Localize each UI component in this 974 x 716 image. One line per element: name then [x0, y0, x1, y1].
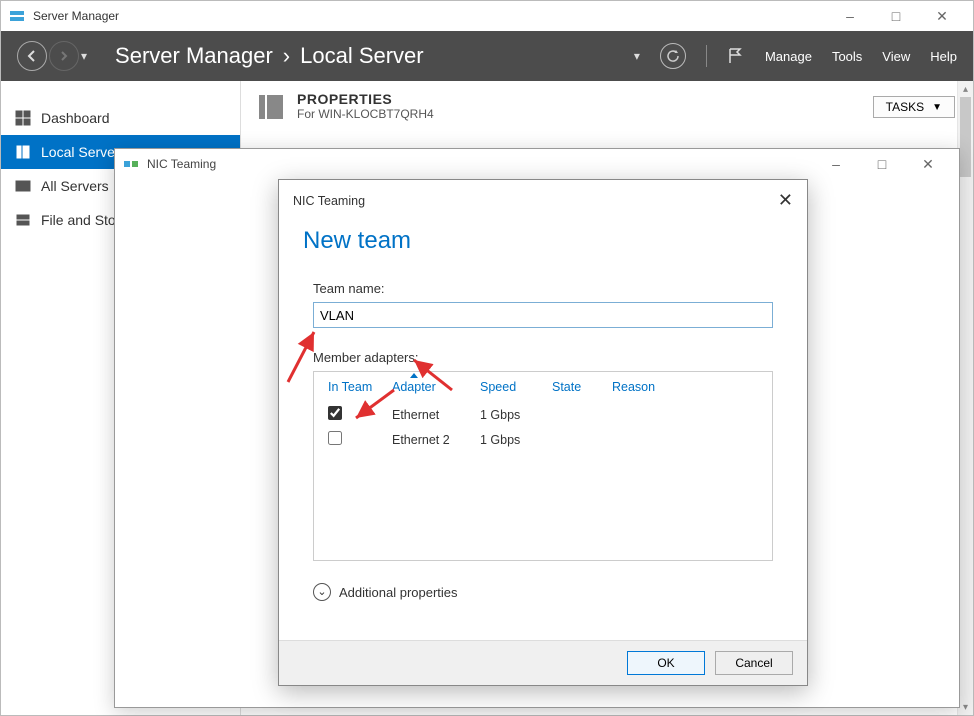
breadcrumb-current: Local Server	[300, 43, 424, 69]
adapters-table-header: In Team Adapter Speed State Reason	[314, 372, 772, 402]
sidebar-item-dashboard[interactable]: Dashboard	[1, 101, 240, 135]
adapters-table: In Team Adapter Speed State Reason Ether…	[313, 371, 773, 561]
column-adapter[interactable]: Adapter	[392, 380, 464, 394]
main-title: Server Manager	[33, 9, 827, 23]
scroll-down-icon[interactable]: ▾	[958, 699, 973, 715]
team-name-input[interactable]	[313, 302, 773, 328]
adapter-row[interactable]: Ethernet 1 Gbps	[314, 402, 772, 427]
breadcrumb: Server Manager › Local Server	[115, 43, 424, 69]
chevron-right-icon: ›	[283, 43, 290, 69]
menu-view[interactable]: View	[882, 49, 910, 64]
breadcrumb-root[interactable]: Server Manager	[115, 43, 273, 69]
nic-window-title: NIC Teaming	[147, 157, 813, 171]
chevron-down-icon: ⌄	[313, 583, 331, 601]
nic-teaming-icon	[123, 156, 139, 172]
column-in-team[interactable]: In Team	[328, 380, 376, 394]
flag-icon[interactable]	[727, 47, 745, 65]
adapter-speed: 1 Gbps	[480, 408, 536, 422]
nic-minimize-button[interactable]: –	[813, 149, 859, 179]
servers-icon	[15, 178, 31, 194]
back-button[interactable]	[17, 41, 47, 71]
nav-controls: ▾	[17, 41, 87, 71]
properties-title: PROPERTIES	[297, 91, 434, 107]
column-speed[interactable]: Speed	[480, 380, 536, 394]
sidebar-item-label: File and Sto	[41, 212, 116, 228]
sidebar-item-label: Local Server	[41, 144, 120, 160]
tasks-label: TASKS	[886, 100, 924, 114]
modal-close-button[interactable]: ✕	[778, 190, 793, 211]
additional-properties-label: Additional properties	[339, 585, 458, 600]
cmdbar-right: ▾ Manage Tools View Help	[634, 43, 957, 69]
nic-close-button[interactable]: ✕	[905, 149, 951, 179]
dashboard-icon	[15, 110, 31, 126]
properties-subtitle: For WIN-KLOCBT7QRH4	[297, 107, 434, 121]
modal-heading: New team	[303, 227, 773, 255]
minimize-button[interactable]: –	[827, 1, 873, 31]
main-titlebar: Server Manager – □ ✕	[1, 1, 973, 31]
adapter-name: Ethernet 2	[392, 433, 464, 447]
refresh-icon[interactable]	[660, 43, 686, 69]
command-bar: ▾ Server Manager › Local Server ▾ Manage…	[1, 31, 973, 81]
adapter-row[interactable]: Ethernet 2 1 Gbps	[314, 427, 772, 452]
adapter-speed: 1 Gbps	[480, 433, 536, 447]
member-adapters-label: Member adapters:	[313, 350, 773, 365]
close-button[interactable]: ✕	[919, 1, 965, 31]
modal-footer: OK Cancel	[279, 640, 807, 685]
storage-icon	[15, 212, 31, 228]
adapter-checkbox[interactable]	[328, 431, 342, 445]
modal-titlebar: NIC Teaming ✕	[279, 180, 807, 221]
nic-maximize-button[interactable]: □	[859, 149, 905, 179]
nav-dropdown[interactable]: ▾	[81, 49, 87, 63]
adapter-checkbox[interactable]	[328, 406, 342, 420]
column-reason[interactable]: Reason	[612, 380, 655, 394]
cancel-button[interactable]: Cancel	[715, 651, 793, 675]
sidebar-item-label: Dashboard	[41, 110, 110, 126]
additional-properties-toggle[interactable]: ⌄ Additional properties	[313, 583, 773, 601]
maximize-button[interactable]: □	[873, 1, 919, 31]
column-state[interactable]: State	[552, 380, 596, 394]
server-icon	[259, 91, 283, 123]
menu-manage[interactable]: Manage	[765, 49, 812, 64]
adapter-name: Ethernet	[392, 408, 464, 422]
tasks-dropdown-properties[interactable]: TASKS▼	[873, 96, 955, 118]
scroll-up-icon[interactable]: ▴	[958, 81, 973, 97]
server-manager-icon	[9, 8, 25, 24]
sidebar-item-label: All Servers	[41, 178, 109, 194]
window-controls: – □ ✕	[827, 1, 965, 31]
server-icon	[15, 144, 31, 160]
menu-tools[interactable]: Tools	[832, 49, 862, 64]
scroll-thumb[interactable]	[960, 97, 971, 177]
ok-button[interactable]: OK	[627, 651, 705, 675]
forward-button[interactable]	[49, 41, 79, 71]
menu-help[interactable]: Help	[930, 49, 957, 64]
new-team-dialog: NIC Teaming ✕ New team Team name: Member…	[278, 179, 808, 686]
modal-title-text: NIC Teaming	[293, 194, 365, 208]
breadcrumb-dropdown[interactable]: ▾	[634, 49, 640, 63]
team-name-label: Team name:	[313, 281, 773, 296]
divider	[706, 45, 707, 67]
